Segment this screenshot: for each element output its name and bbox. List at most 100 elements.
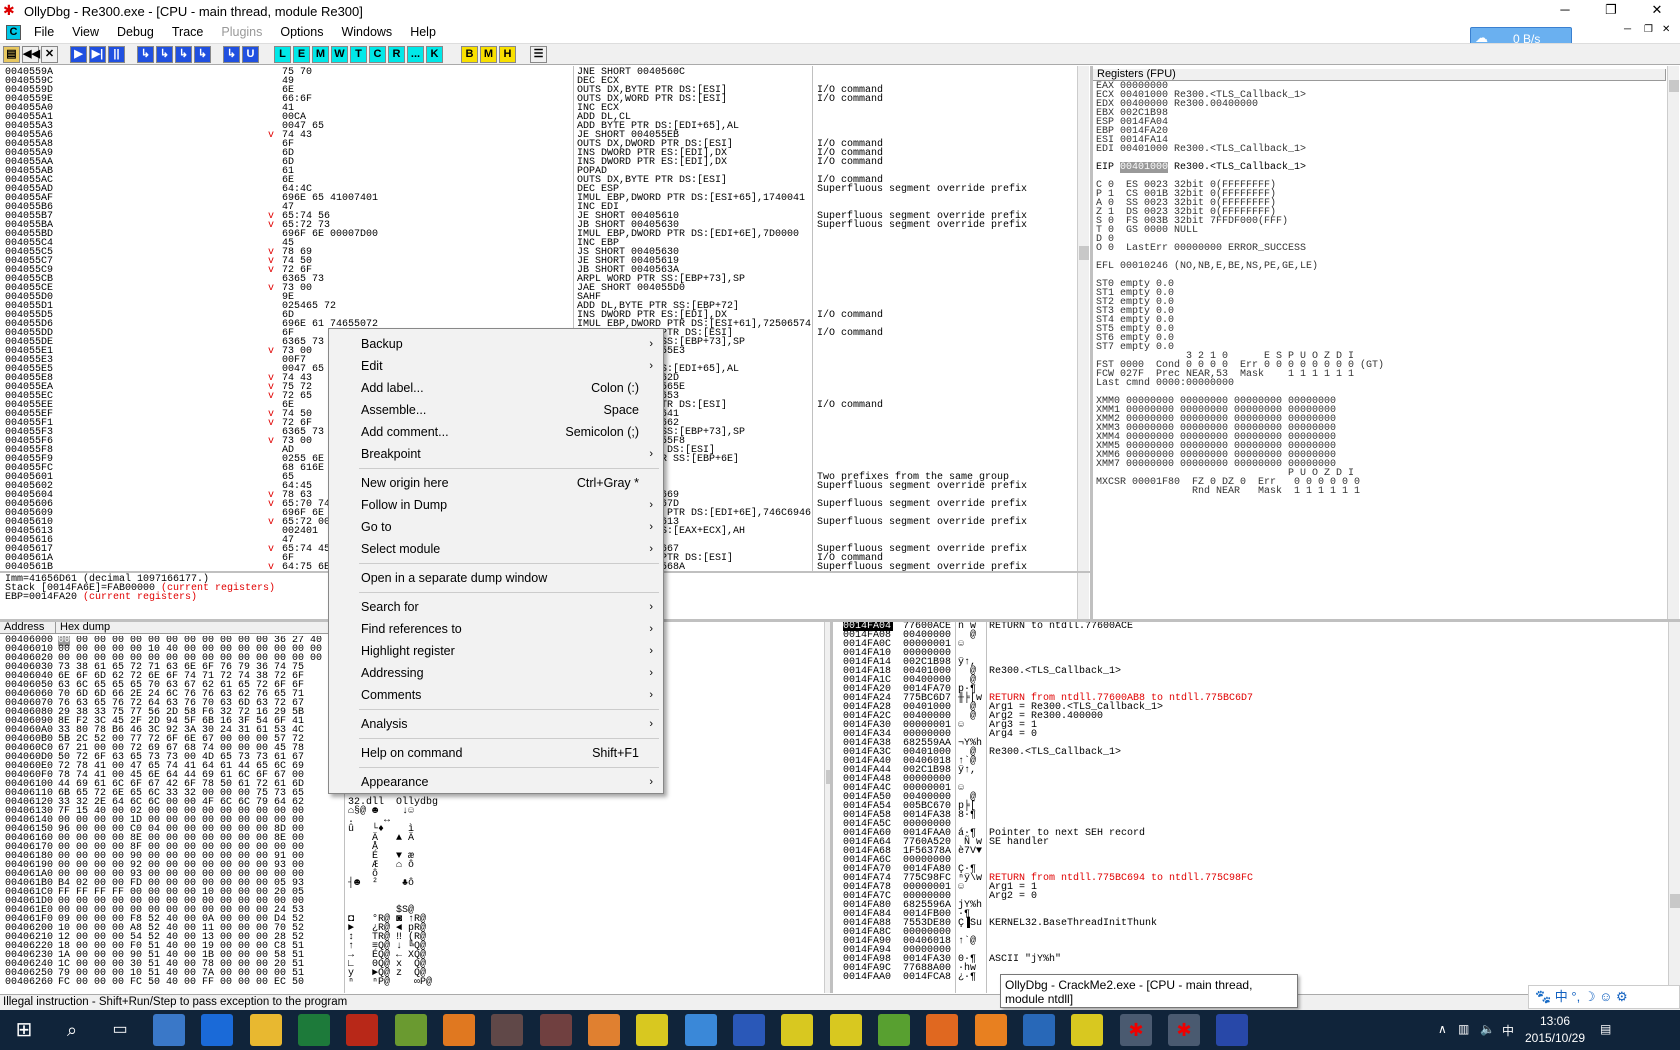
menu-windows[interactable]: Windows xyxy=(332,25,401,39)
context-menu-item-comments[interactable]: Comments › xyxy=(329,684,663,706)
register-eip-value[interactable]: 00401000 xyxy=(1120,162,1169,173)
registers-pane[interactable]: Registers (FPU) EAX 00000000 ECX 00401000… xyxy=(1093,66,1680,619)
pause-icon[interactable]: || xyxy=(108,46,125,63)
memory-breakpoints-icon[interactable]: M xyxy=(480,46,497,63)
restart-icon[interactable]: ◀◀ xyxy=(22,46,40,63)
context-menu-item-find-references-to[interactable]: Find references to › xyxy=(329,618,663,640)
context-menu-item-search-for[interactable]: Search for › xyxy=(329,596,663,618)
taskbar-app-icon[interactable] xyxy=(153,1014,185,1046)
hardware-breakpoints-icon[interactable]: H xyxy=(499,46,516,63)
taskbar-app-icon[interactable] xyxy=(1216,1014,1248,1046)
context-menu-item-select-module[interactable]: Select module › xyxy=(329,538,663,560)
close-program-icon[interactable]: ✕ xyxy=(41,46,58,63)
search-icon[interactable]: ⌕ xyxy=(56,1014,88,1046)
volume-icon[interactable]: 🔈 xyxy=(1480,1022,1495,1036)
menu-debug[interactable]: Debug xyxy=(108,25,163,39)
taskbar-app-icon[interactable] xyxy=(443,1014,475,1046)
context-menu-item-go-to[interactable]: Go to › xyxy=(329,516,663,538)
start-button[interactable]: ⊞ xyxy=(8,1014,40,1046)
ime-indicator[interactable]: 中 xyxy=(1502,1022,1514,1039)
taskbar-app-icon[interactable] xyxy=(1071,1014,1103,1046)
info-scrollbar[interactable] xyxy=(1077,573,1089,619)
context-menu-item-highlight-register[interactable]: Highlight register › xyxy=(329,640,663,662)
disasm-scrollbar[interactable] xyxy=(1077,66,1089,571)
stack-scrollbar[interactable] xyxy=(1668,622,1680,993)
taskbar-app-icon[interactable] xyxy=(781,1014,813,1046)
taskbar-app-icon[interactable] xyxy=(878,1014,910,1046)
maximize-button[interactable]: ❐ xyxy=(1588,0,1634,22)
clock-time[interactable]: 13:06 xyxy=(1532,1014,1578,1028)
inner-restore-button[interactable]: ❐ xyxy=(1644,24,1653,35)
inner-close-button[interactable]: ✕ xyxy=(1662,24,1670,35)
task-view-icon[interactable]: ▭ xyxy=(104,1014,136,1046)
memory-window-icon[interactable]: M xyxy=(312,46,329,63)
notification-icon[interactable]: ▤ xyxy=(1600,1022,1611,1036)
list-icon[interactable]: ☰ xyxy=(530,46,547,63)
call-stack-icon[interactable]: K xyxy=(426,46,443,63)
trace-over-icon[interactable]: ↳ xyxy=(194,46,211,63)
context-menu-item-assemble[interactable]: Assemble... Space xyxy=(329,399,663,421)
context-menu-item-open-in-a-separate-dump-window[interactable]: Open in a separate dump window xyxy=(329,567,663,589)
step-into-icon[interactable]: ↳ xyxy=(137,46,154,63)
context-menu-item-new-origin-here[interactable]: New origin here Ctrl+Gray * xyxy=(329,472,663,494)
taskbar-app-icon[interactable] xyxy=(830,1014,862,1046)
close-button[interactable]: ✕ xyxy=(1634,0,1680,22)
run-icon[interactable]: ▶ xyxy=(70,46,87,63)
explorer-icon[interactable] xyxy=(250,1014,282,1046)
context-menu-item-add-comment[interactable]: Add comment... Semicolon (;) xyxy=(329,421,663,443)
context-menu-item-breakpoint[interactable]: Breakpoint › xyxy=(329,443,663,465)
breakpoints-window-icon[interactable]: B xyxy=(461,46,478,63)
taskbar-app-icon[interactable] xyxy=(346,1014,378,1046)
tray-chevron-icon[interactable]: ∧ xyxy=(1438,1022,1447,1036)
references-window-icon[interactable]: R xyxy=(388,46,405,63)
context-menu-item-help-on-command[interactable]: Help on command Shift+F1 xyxy=(329,742,663,764)
open-icon[interactable]: ▤ xyxy=(3,46,20,63)
taskbar-app-icon[interactable] xyxy=(685,1014,717,1046)
context-menu-item-follow-in-dump[interactable]: Follow in Dump › xyxy=(329,494,663,516)
edge-icon[interactable] xyxy=(201,1014,233,1046)
menu-plugins[interactable]: Plugins xyxy=(212,25,271,39)
clock-date[interactable]: 2015/10/29 xyxy=(1522,1031,1588,1045)
ollydbg-icon[interactable]: ✱ xyxy=(1168,1014,1200,1046)
minimize-button[interactable]: ─ xyxy=(1542,0,1588,22)
taskbar-app-icon[interactable] xyxy=(1023,1014,1055,1046)
menu-file[interactable]: File xyxy=(25,25,63,39)
dump-hex-header[interactable]: Hex dump xyxy=(56,622,346,634)
menu-help[interactable]: Help xyxy=(401,25,445,39)
taskbar-app-icon[interactable] xyxy=(540,1014,572,1046)
context-menu-item-edit[interactable]: Edit › xyxy=(329,355,663,377)
ime-toolbar[interactable]: 🐾 中 °, ☽ ☺ ⚙ xyxy=(1528,985,1680,1009)
context-menu-item-analysis[interactable]: Analysis › xyxy=(329,713,663,735)
cpu-window-icon[interactable]: C xyxy=(369,46,386,63)
windows-window-icon[interactable]: W xyxy=(331,46,348,63)
network-tray-icon[interactable]: ▥ xyxy=(1458,1022,1469,1036)
word-icon[interactable] xyxy=(733,1014,765,1046)
dump-address-header[interactable]: Address xyxy=(0,622,56,634)
log-window-icon[interactable]: L xyxy=(274,46,291,63)
cpu-icon[interactable]: C xyxy=(6,24,21,40)
context-menu-item-backup[interactable]: Backup › xyxy=(329,333,663,355)
stack-pane[interactable]: 0014FA04 0014FA08 0014FA0C 0014FA10 0014FA14… xyxy=(833,622,1680,993)
execute-till-return-icon[interactable]: ↳ xyxy=(223,46,240,63)
menu-trace[interactable]: Trace xyxy=(163,25,213,39)
modules-window-icon[interactable]: E xyxy=(293,46,310,63)
taskbar-app-icon[interactable] xyxy=(491,1014,523,1046)
inner-minimize-button[interactable]: ─ xyxy=(1624,24,1631,35)
run-trace-icon[interactable]: ... xyxy=(407,46,424,63)
threads-window-icon[interactable]: T xyxy=(350,46,367,63)
taskbar-app-icon[interactable] xyxy=(975,1014,1007,1046)
excel-icon[interactable] xyxy=(298,1014,330,1046)
trace-into-icon[interactable]: ↳ xyxy=(175,46,192,63)
firefox-icon[interactable] xyxy=(926,1014,958,1046)
taskbar-app-icon[interactable] xyxy=(588,1014,620,1046)
registers-scrollbar[interactable] xyxy=(1667,66,1679,619)
menu-view[interactable]: View xyxy=(63,25,108,39)
taskbar-app-icon[interactable] xyxy=(636,1014,668,1046)
menu-options[interactable]: Options xyxy=(271,25,332,39)
app-icon[interactable]: ✱ xyxy=(3,3,18,18)
run-thread-icon[interactable]: ▶| xyxy=(89,46,106,63)
ollydbg-icon[interactable]: ✱ xyxy=(1120,1014,1152,1046)
context-menu-item-add-label[interactable]: Add label... Colon (:) xyxy=(329,377,663,399)
taskbar-app-icon[interactable] xyxy=(395,1014,427,1046)
context-menu-item-addressing[interactable]: Addressing › xyxy=(329,662,663,684)
